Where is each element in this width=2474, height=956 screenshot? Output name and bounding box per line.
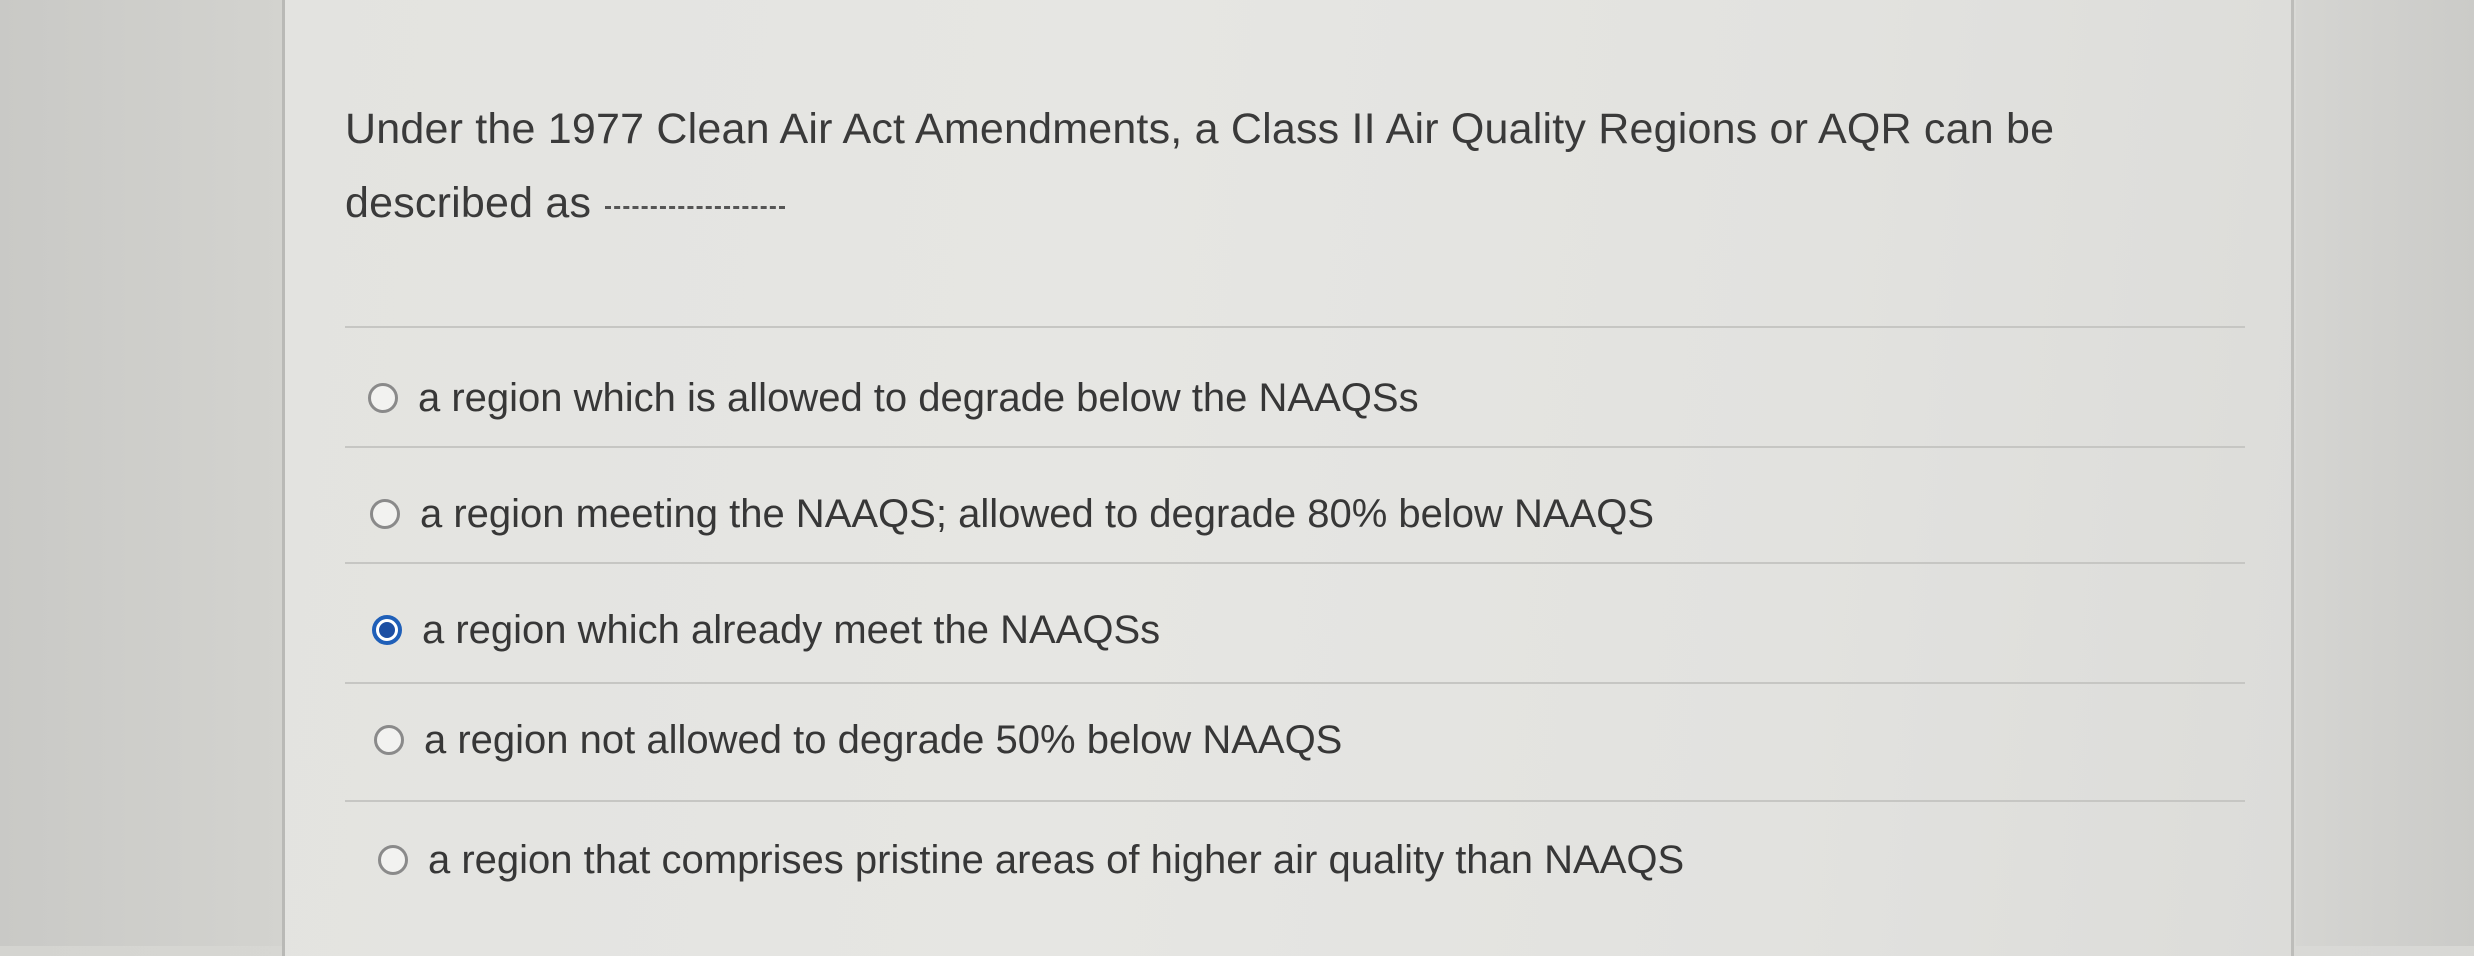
question-line-1: Under the 1977 Clean Air Act Amendments,… — [345, 105, 2055, 153]
answer-option-label: a region which is allowed to degrade bel… — [418, 375, 1419, 420]
radio-button[interactable] — [370, 499, 400, 529]
answer-option-2[interactable]: a region meeting the NAAQS; allowed to d… — [370, 484, 1654, 544]
answer-option-3[interactable]: a region which already meet the NAAQSs — [372, 600, 1160, 660]
answer-option-4[interactable]: a region not allowed to degrade 50% belo… — [374, 710, 1342, 770]
divider — [345, 682, 2245, 684]
page-left-margin — [0, 0, 282, 946]
divider — [345, 446, 2245, 448]
answer-option-label: a region not allowed to degrade 50% belo… — [424, 717, 1343, 762]
answer-option-label: a region that comprises pristine areas o… — [428, 837, 1685, 882]
answer-option-5[interactable]: a region that comprises pristine areas o… — [378, 830, 1684, 890]
answer-option-label: a region which already meet the NAAQSs — [422, 607, 1161, 652]
radio-button[interactable] — [378, 845, 408, 875]
question-text: Under the 1977 Clean Air Act Amendments,… — [345, 92, 2245, 240]
divider — [345, 562, 2245, 564]
answer-blank — [605, 206, 786, 209]
radio-button[interactable] — [374, 725, 404, 755]
question-line-2: described as — [345, 179, 592, 227]
divider — [345, 326, 2245, 328]
answer-option-1[interactable]: a region which is allowed to degrade bel… — [368, 368, 1419, 428]
divider — [345, 800, 2245, 802]
radio-button-selected[interactable] — [372, 615, 402, 645]
answer-option-label: a region meeting the NAAQS; allowed to d… — [420, 491, 1655, 536]
radio-button[interactable] — [368, 383, 398, 413]
radio-selected-dot — [379, 622, 395, 638]
page-right-margin — [2296, 0, 2474, 946]
